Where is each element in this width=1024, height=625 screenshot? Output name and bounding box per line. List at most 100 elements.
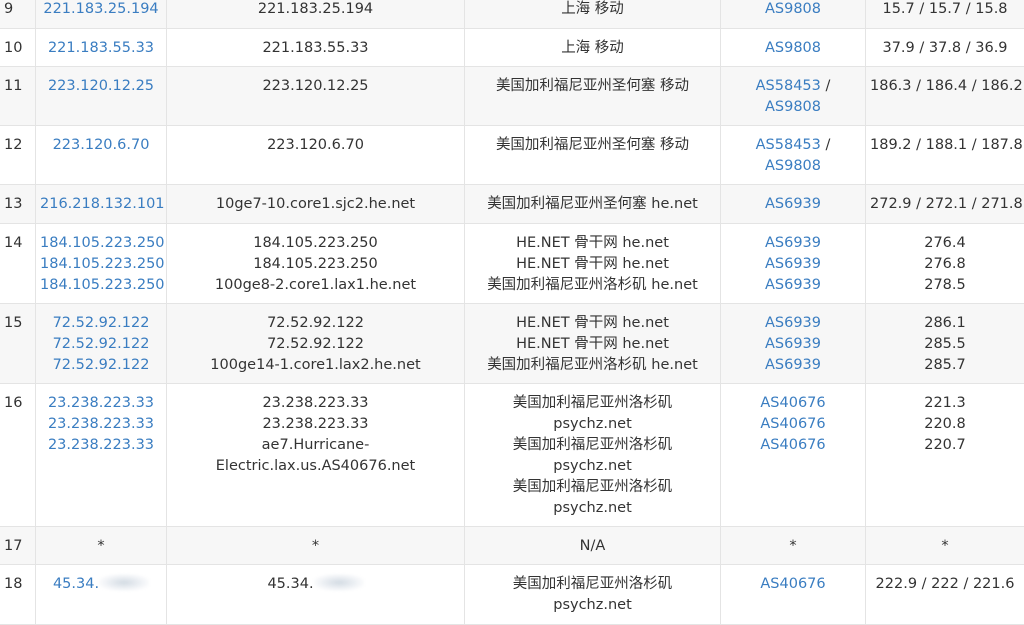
ip-link[interactable]: 45.34.: [40, 574, 162, 595]
ip-link[interactable]: 72.52.92.122: [40, 313, 162, 334]
asn-link[interactable]: AS40676: [760, 416, 825, 432]
asn-link[interactable]: AS6939: [765, 256, 821, 272]
hop-number: 11: [4, 78, 23, 94]
ip-text: *: [97, 538, 105, 554]
asn-link[interactable]: AS6939: [765, 336, 821, 352]
hostname-cell: 23.238.223.33 23.238.223.33 ae7.Hurricane-…: [166, 384, 464, 526]
ip-link[interactable]: 223.120.12.25: [40, 76, 162, 97]
ip-cell: 23.238.223.33 23.238.223.33 23.238.223.33: [35, 384, 166, 526]
location-text: 美国加利福尼亚州圣何塞 移动: [495, 78, 690, 94]
hostname-text: 72.52.92.122: [267, 315, 364, 331]
hostname-cell: 184.105.223.250 184.105.223.250 100ge8-2.c…: [166, 224, 464, 303]
asn-link[interactable]: AS6939: [765, 277, 821, 293]
asn-link[interactable]: AS9808: [765, 158, 821, 174]
asn-text: *: [789, 538, 797, 554]
asn-line: AS58453 /: [725, 135, 861, 156]
asn-cell: AS58453 / AS9808: [720, 126, 865, 184]
asn-link[interactable]: AS6939: [765, 196, 821, 212]
location-cell: HE.NET 骨干网 he.net HE.NET 骨干网 he.net 美国加利福尼…: [464, 304, 720, 383]
asn-cell: AS6939 AS6939 AS6939: [720, 224, 865, 303]
latency-cell: 276.4 276.8 278.5: [865, 224, 1024, 303]
asn-line: AS6939: [725, 334, 861, 355]
hostname-text: Electric.lax.us.AS40676.net: [215, 458, 416, 474]
ip-link[interactable]: 72.52.92.122: [40, 334, 162, 355]
latency-cell: 222.9 / 222 / 221.6: [865, 565, 1024, 624]
ip-cell: 221.183.55.33: [35, 29, 166, 66]
location-text: psychz.net: [553, 416, 632, 432]
hop-number: 15: [4, 315, 23, 331]
hostname-text: *: [311, 538, 320, 554]
hostname-text: ae7.Hurricane-: [261, 437, 370, 453]
ip-link[interactable]: 72.52.92.122: [40, 355, 162, 376]
location-cell: 美国加利福尼亚州洛杉矶 psychz.net 美国加利福尼亚州洛杉矶 psychz.n…: [464, 384, 720, 526]
ip-link[interactable]: 23.238.223.33: [40, 393, 162, 414]
latency-text: 220.7: [924, 437, 966, 453]
ip-link[interactable]: 221.183.25.194: [40, 0, 162, 20]
asn-link[interactable]: AS40676: [760, 576, 825, 592]
asn-cell: AS9808: [720, 29, 865, 66]
hop-number: 16: [4, 395, 23, 411]
latency-text: 186.3 / 186.4 / 186.2: [870, 78, 1023, 94]
asn-line: AS40676: [725, 414, 861, 435]
asn-link[interactable]: AS6939: [765, 235, 821, 251]
asn-line: AS40676: [725, 435, 861, 456]
asn-line: AS58453 /: [725, 76, 861, 97]
ip-cell: 184.105.223.250 184.105.223.250 184.105.22…: [35, 224, 166, 303]
table-row: 18 45.34. 45.34. 美国加利福尼亚州洛杉矶 psychz.net AS406…: [0, 565, 1024, 625]
location-text: psychz.net: [553, 458, 632, 474]
hop-number: 12: [4, 137, 23, 153]
asn-link[interactable]: AS9808: [765, 99, 821, 115]
asn-link[interactable]: AS40676: [760, 395, 825, 411]
hostname-text: 223.120.6.70: [267, 137, 364, 153]
location-text: 美国加利福尼亚州洛杉矶: [512, 576, 673, 592]
asn-cell: AS9808: [720, 0, 865, 28]
asn-line: AS40676: [725, 574, 861, 595]
hostname-cell: 223.120.12.25: [166, 67, 464, 125]
latency-text: 272.9 / 272.1 / 271.8: [870, 196, 1023, 212]
hostname-text: 23.238.223.33: [262, 395, 369, 411]
latency-text: 37.9 / 37.8 / 36.9: [882, 40, 1008, 56]
ip-link[interactable]: 184.105.223.250: [40, 233, 165, 254]
table-row: 11 223.120.12.25 223.120.12.25 美国加利福尼亚州圣何塞 …: [0, 67, 1024, 126]
hostname-cell: 221.183.25.194: [166, 0, 464, 28]
ip-link[interactable]: 223.120.6.70: [40, 135, 162, 156]
traceroute-table: 9 221.183.25.194 221.183.25.194 上海 移动 AS9808…: [0, 0, 1024, 625]
asn-cell: AS40676 AS40676 AS40676: [720, 384, 865, 526]
latency-text: 222.9 / 222 / 221.6: [875, 576, 1015, 592]
location-text: HE.NET 骨干网 he.net: [516, 315, 669, 331]
ip-link[interactable]: 184.105.223.250: [40, 254, 165, 275]
asn-link[interactable]: AS6939: [765, 357, 821, 373]
ip-link[interactable]: 184.105.223.250: [40, 275, 165, 296]
ip-link[interactable]: 221.183.55.33: [40, 38, 162, 59]
asn-cell: *: [720, 527, 865, 564]
hostname-cell: 221.183.55.33: [166, 29, 464, 66]
latency-text: 286.1: [924, 315, 966, 331]
location-text: 美国加利福尼亚州圣何塞 移动: [495, 137, 690, 153]
asn-link[interactable]: AS58453: [756, 78, 821, 94]
asn-link[interactable]: AS6939: [765, 315, 821, 331]
asn-cell: AS6939 AS6939 AS6939: [720, 304, 865, 383]
asn-link[interactable]: AS9808: [765, 1, 821, 17]
table-row: 10 221.183.55.33 221.183.55.33 上海 移动 AS9808 3…: [0, 29, 1024, 67]
location-text: 美国加利福尼亚州洛杉矶 he.net: [487, 357, 698, 373]
asn-link[interactable]: AS58453: [756, 137, 821, 153]
ip-link[interactable]: 23.238.223.33: [40, 435, 162, 456]
hostname-text: 223.120.12.25: [262, 78, 369, 94]
asn-link[interactable]: AS40676: [760, 437, 825, 453]
ip-cell: 221.183.25.194: [35, 0, 166, 28]
asn-link[interactable]: AS9808: [765, 40, 821, 56]
ip-cell: 72.52.92.122 72.52.92.122 72.52.92.122: [35, 304, 166, 383]
ip-link[interactable]: 23.238.223.33: [40, 414, 162, 435]
hostname-cell: 45.34.: [166, 565, 464, 624]
latency-text: 15.7 / 15.7 / 15.8: [882, 1, 1008, 17]
table-row: 9 221.183.25.194 221.183.25.194 上海 移动 AS9808…: [0, 0, 1024, 29]
ip-cell: *: [35, 527, 166, 564]
hostname-text: 100ge8-2.core1.lax1.he.net: [214, 277, 417, 293]
location-text: 美国加利福尼亚州洛杉矶: [512, 437, 673, 453]
latency-cell: 221.3 220.8 220.7: [865, 384, 1024, 526]
hostname-text: 100ge14-1.core1.lax2.he.net: [210, 357, 421, 373]
location-text: 上海 移动: [561, 40, 624, 56]
ip-link[interactable]: 216.218.132.101: [40, 194, 165, 215]
table-row: 16 23.238.223.33 23.238.223.33 23.238.223.3…: [0, 384, 1024, 527]
hostname-text: 45.34.: [171, 574, 460, 595]
